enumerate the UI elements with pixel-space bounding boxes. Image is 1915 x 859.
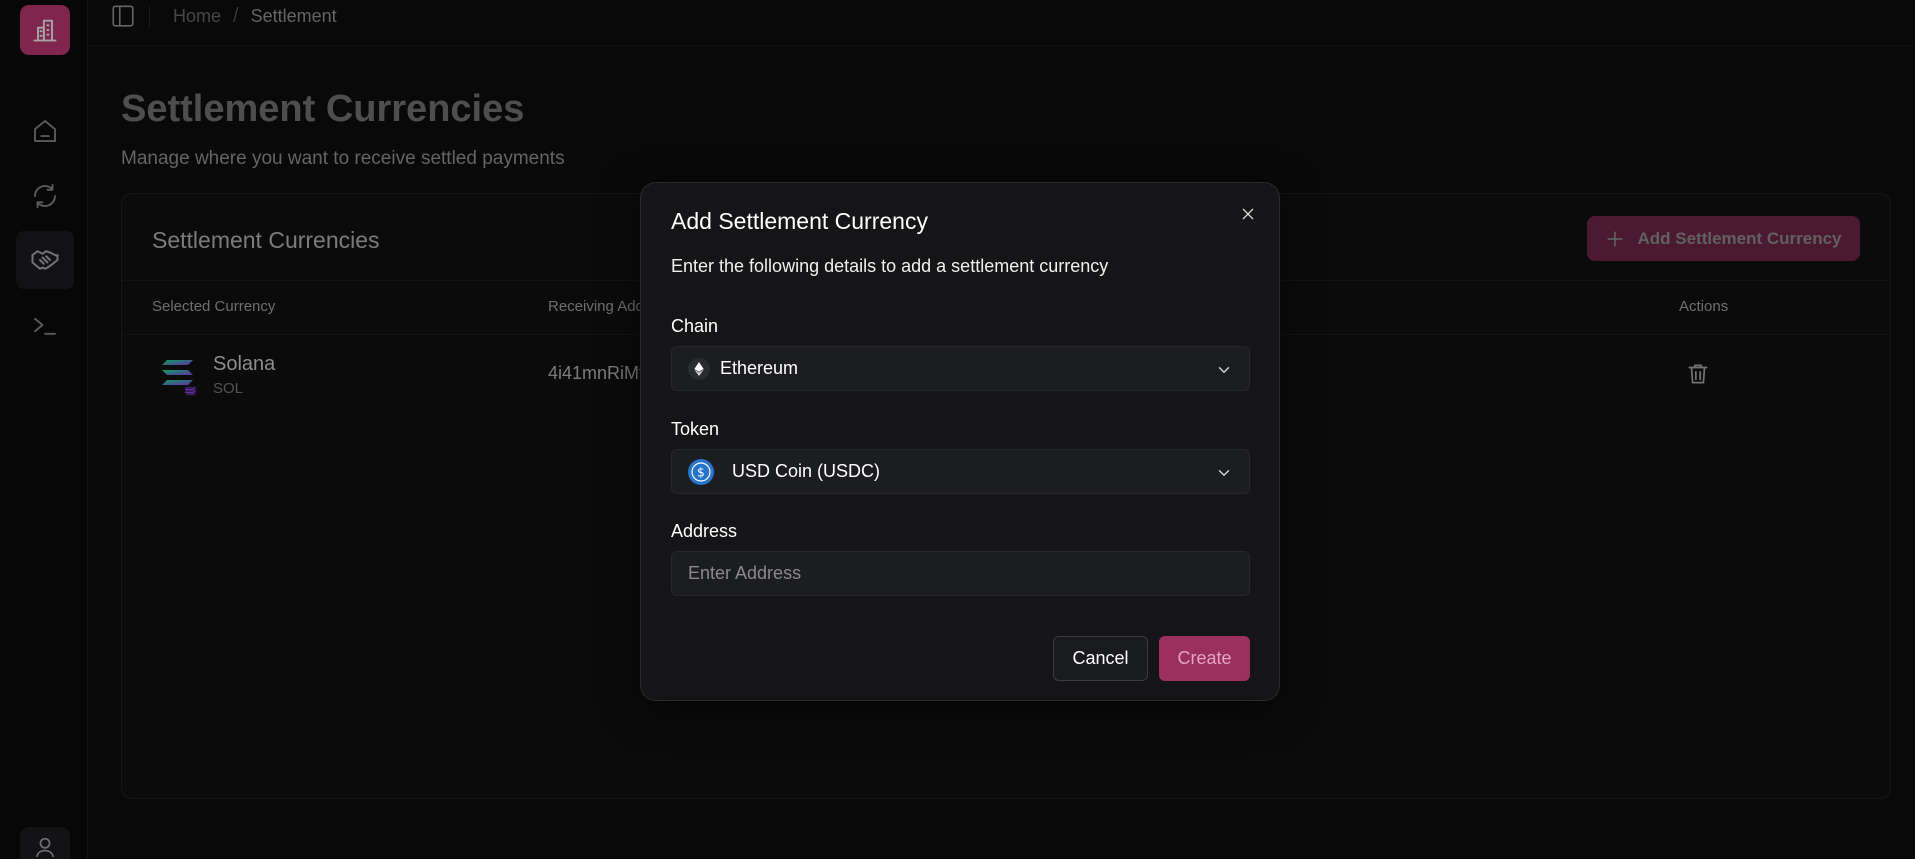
chevron-down-icon bbox=[1218, 470, 1230, 476]
svg-text:$: $ bbox=[697, 465, 705, 479]
chain-label: Chain bbox=[671, 316, 719, 336]
address-input[interactable] bbox=[671, 551, 1250, 596]
modal-title: Add Settlement Currency bbox=[671, 208, 928, 234]
token-label: Token bbox=[671, 419, 720, 439]
add-settlement-modal: Add Settlement Currency Enter the follow… bbox=[640, 182, 1280, 701]
chevron-down-icon bbox=[1218, 367, 1230, 373]
token-select-value: USD Coin (USDC) bbox=[732, 461, 881, 481]
token-select[interactable]: $ USD Coin (USDC) bbox=[671, 449, 1250, 494]
chain-select[interactable]: Ethereum bbox=[671, 346, 1250, 391]
usdc-icon: $ bbox=[688, 458, 714, 485]
ethereum-icon bbox=[688, 357, 710, 380]
create-button[interactable]: Create bbox=[1159, 636, 1250, 681]
cancel-button[interactable]: Cancel bbox=[1053, 636, 1148, 681]
chain-select-value: Ethereum bbox=[720, 358, 799, 378]
address-label: Address bbox=[671, 521, 738, 541]
modal-description: Enter the following details to add a set… bbox=[671, 256, 1109, 276]
app-root: Home / Settlement Settlement Currencies … bbox=[0, 0, 1915, 859]
close-icon bbox=[1242, 208, 1254, 220]
close-button[interactable] bbox=[1237, 203, 1259, 225]
